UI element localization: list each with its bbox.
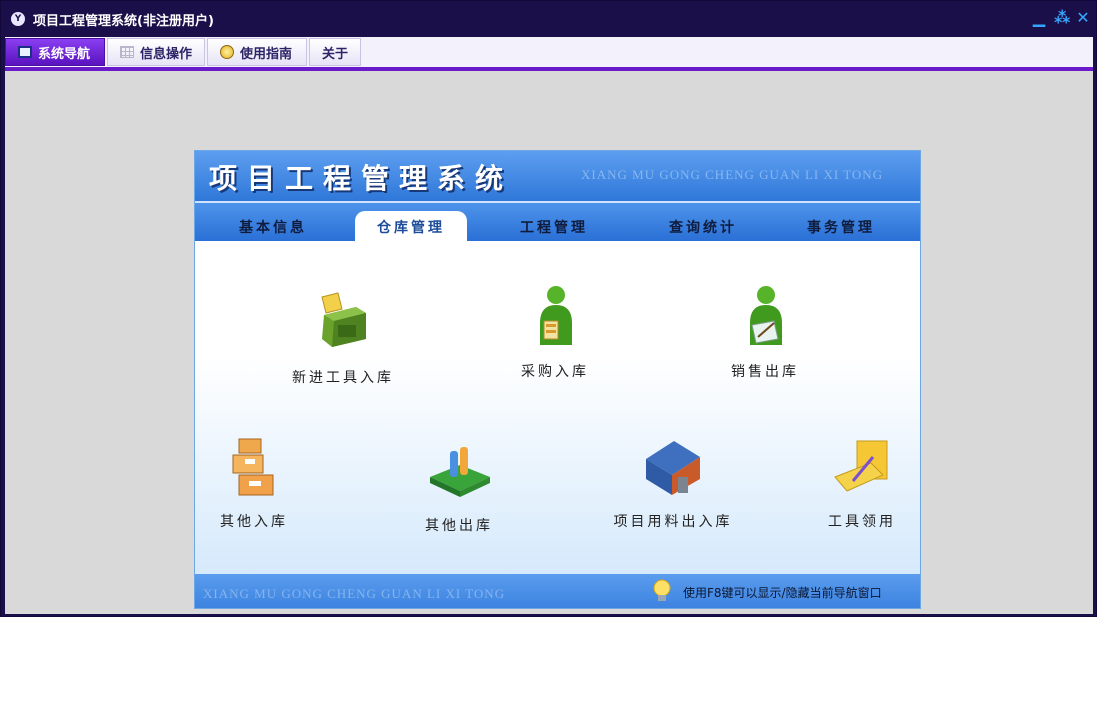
other-out-item[interactable]: 其他出库 — [411, 437, 507, 535]
tab-project-management[interactable]: 工程管理 — [520, 217, 588, 237]
tab-label: 关于 — [322, 46, 349, 62]
tab-info-operations[interactable]: 信息操作 — [107, 38, 205, 66]
item-label: 工具领用 — [828, 514, 896, 530]
panel-tabbar: 基本信息 仓库管理 工程管理 查询统计 事务管理 — [195, 201, 920, 245]
top-toolbar: 系统导航 信息操作 使用指南 关于 — [5, 37, 1093, 71]
panel-title: 项目工程管理系统 — [209, 162, 514, 195]
purchase-stock-item[interactable]: 采购入库 — [505, 283, 605, 381]
item-label: 销售出库 — [731, 364, 799, 380]
footer-subtitle: XIANG MU GONG CHENG GUAN LI XI TONG — [203, 586, 506, 601]
sales-out-icon — [730, 283, 800, 353]
panel-footer: XIANG MU GONG CHENG GUAN LI XI TONG 使用F8… — [195, 574, 920, 608]
sales-out-item[interactable]: 销售出库 — [715, 283, 815, 381]
app-logo-icon: Y — [11, 12, 25, 26]
tab-system-navigation[interactable]: 系统导航 — [5, 38, 105, 66]
navigation-panel: 项目工程管理系统 XIANG MU GONG CHENG GUAN LI XI … — [194, 150, 921, 609]
tab-query-statistics[interactable]: 查询统计 — [669, 217, 737, 237]
panel-subtitle: XIANG MU GONG CHENG GUAN LI XI TONG — [581, 167, 884, 182]
lightbulb-icon — [651, 578, 673, 604]
tab-about[interactable]: 关于 — [309, 38, 361, 66]
item-label: 其他出库 — [425, 518, 493, 534]
tab-label: 使用指南 — [240, 46, 293, 62]
minimize-icon[interactable]: ▁ — [1032, 10, 1046, 26]
item-label: 项目用料出入库 — [613, 514, 733, 530]
title-bar: Y 项目工程管理系统(非注册用户) ▁ ⁂ ✕ — [1, 1, 1098, 37]
project-material-icon — [638, 433, 708, 503]
monitor-icon — [18, 46, 32, 58]
other-out-icon — [424, 437, 494, 507]
project-material-item[interactable]: 项目用料出入库 — [603, 433, 743, 531]
window-controls: ▁ ⁂ ✕ — [1032, 10, 1090, 26]
tool-collection-icon — [827, 433, 897, 503]
tab-label: 系统导航 — [38, 46, 91, 62]
tab-basic-info[interactable]: 基本信息 — [239, 217, 307, 237]
tab-warehouse-management[interactable]: 仓库管理 — [355, 211, 467, 245]
other-in-icon — [219, 433, 289, 503]
item-label: 新进工具入库 — [292, 370, 394, 386]
clock-icon — [220, 45, 234, 59]
restore-icon[interactable]: ⁂ — [1054, 10, 1070, 26]
panel-banner: 项目工程管理系统 XIANG MU GONG CHENG GUAN LI XI … — [195, 151, 920, 201]
tab-label: 信息操作 — [140, 46, 193, 62]
window-title: 项目工程管理系统(非注册用户) — [33, 14, 214, 29]
tool-collection-item[interactable]: 工具领用 — [821, 433, 903, 531]
item-label: 其他入库 — [220, 514, 288, 530]
tab-affairs-management[interactable]: 事务管理 — [807, 217, 875, 237]
tab-user-guide[interactable]: 使用指南 — [207, 38, 307, 66]
footer-tip: 使用F8键可以显示/隐藏当前导航窗口 — [683, 586, 882, 600]
new-tools-stock-icon — [308, 289, 378, 359]
purchase-stock-icon — [520, 283, 590, 353]
grid-icon — [120, 46, 134, 58]
other-in-item[interactable]: 其他入库 — [209, 433, 299, 531]
item-label: 采购入库 — [521, 364, 589, 380]
new-tools-stock-item[interactable]: 新进工具入库 — [283, 289, 403, 387]
close-icon[interactable]: ✕ — [1076, 10, 1090, 26]
